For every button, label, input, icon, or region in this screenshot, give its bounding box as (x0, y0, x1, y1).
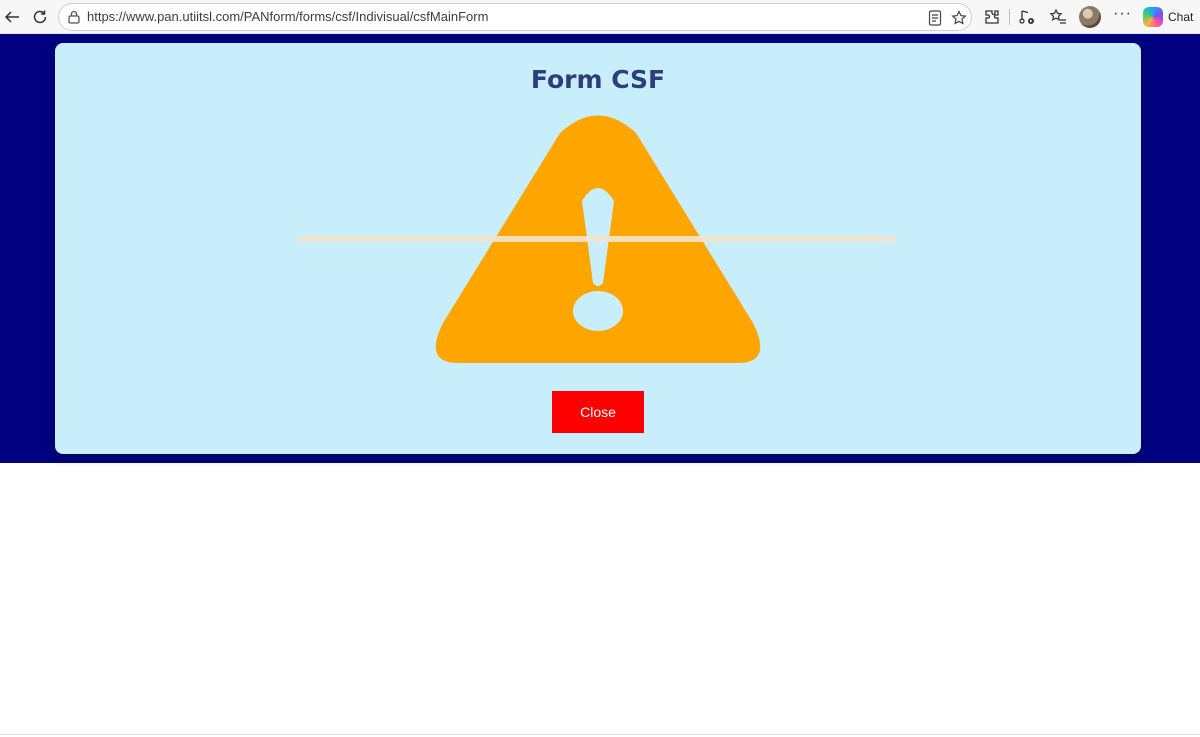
close-button[interactable]: Close (552, 391, 644, 433)
profile-avatar[interactable] (1079, 6, 1101, 28)
refresh-icon[interactable] (28, 5, 52, 29)
toolbar-divider (1009, 9, 1010, 25)
extensions-icon[interactable] (980, 5, 1004, 29)
csf-modal-dialog: Form CSF Close (55, 43, 1141, 454)
warning-triangle-icon (298, 115, 895, 363)
lock-icon[interactable] (67, 10, 81, 29)
back-arrow-icon[interactable] (0, 5, 24, 29)
copilot-icon (1143, 7, 1163, 27)
address-bar[interactable]: https://www.pan.utiitsl.com/PANform/form… (58, 3, 972, 31)
reader-mode-icon[interactable] (925, 8, 945, 28)
loading-line (298, 236, 895, 242)
url-text[interactable]: https://www.pan.utiitsl.com/PANform/form… (87, 9, 488, 24)
star-icon[interactable] (949, 8, 969, 28)
modal-title: Form CSF (530, 65, 666, 94)
chat-button[interactable]: Chat (1143, 5, 1195, 29)
browser-toolbar: https://www.pan.utiitsl.com/PANform/form… (0, 0, 1200, 34)
bottom-divider (0, 734, 1200, 735)
chat-button-label: Chat (1168, 10, 1194, 24)
more-options-icon[interactable]: ··· (1113, 5, 1132, 23)
favorites-list-icon[interactable] (1046, 5, 1070, 29)
media-control-icon[interactable] (1015, 5, 1039, 29)
